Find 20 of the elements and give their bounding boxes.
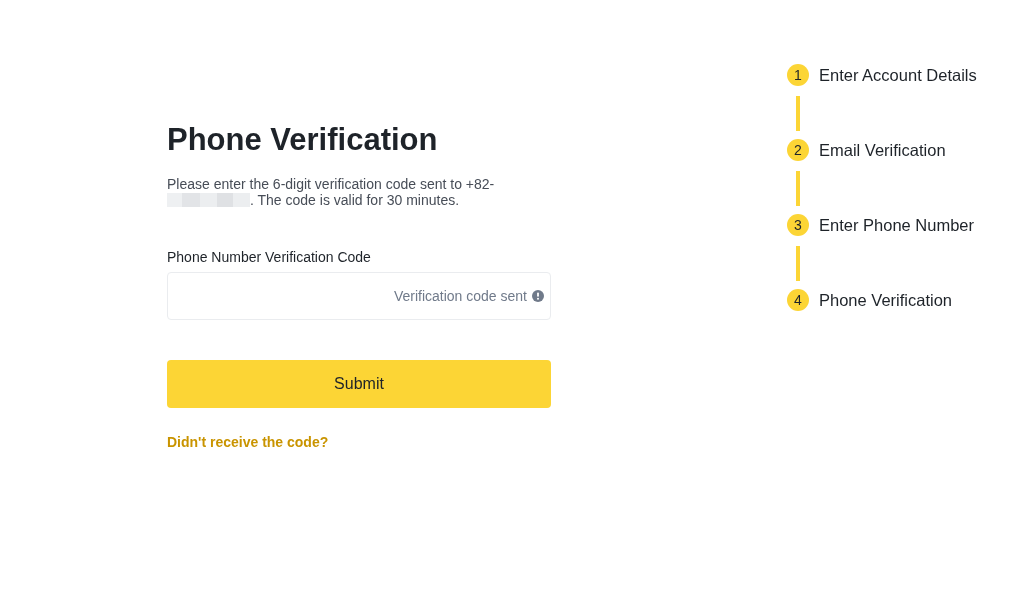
step-label: Phone Verification (819, 290, 952, 310)
exclamation-circle-icon (532, 290, 544, 302)
step-connector (796, 96, 800, 131)
instruction-text: Please enter the 6-digit verification code sent to +82- (167, 176, 496, 192)
page-title: Phone Verification (167, 121, 439, 159)
step-number: 1 (787, 64, 809, 86)
status-text: Verification code sent (393, 288, 527, 304)
step-number: 4 (787, 289, 809, 311)
step-number: 3 (787, 214, 809, 236)
resend-code-link[interactable]: Didn't receive the code? (167, 433, 329, 451)
step-label: Enter Phone Number (819, 215, 974, 235)
field-label: Phone Number Verification Code (167, 248, 372, 266)
step-number: 2 (787, 139, 809, 161)
step-connector (796, 246, 800, 281)
step-label: Email Verification (819, 140, 946, 160)
input-field[interactable]: Verification code sent (167, 272, 551, 320)
instruction-text: . The code is valid for 30 minutes. (250, 192, 460, 208)
step-connector (796, 171, 800, 206)
submit-button[interactable]: Submit (167, 360, 551, 408)
step-label: Enter Account Details (819, 65, 977, 85)
